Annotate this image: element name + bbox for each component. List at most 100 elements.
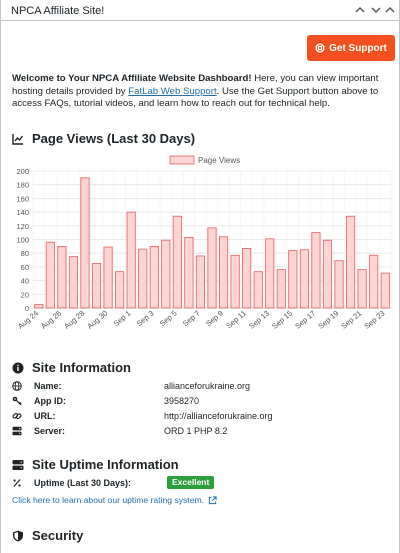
x-tick-label: Aug 30	[85, 309, 109, 331]
chart-bar	[149, 245, 159, 309]
page-views-title: Page Views (Last 30 Days)	[32, 131, 196, 146]
y-tick-label: 20	[21, 290, 29, 299]
chart-bar	[45, 241, 55, 309]
x-tick-label: Sep 7	[181, 309, 202, 328]
page-views-heading: Page Views (Last 30 Days)	[12, 131, 195, 146]
external-link-icon	[208, 495, 217, 504]
y-tick-label: 140	[16, 208, 29, 217]
chart-bar	[253, 271, 263, 309]
chart-bar	[369, 254, 379, 309]
chart-bar	[276, 269, 286, 309]
chart-bar	[161, 239, 171, 309]
info-value: allianceforukraine.org	[164, 381, 251, 391]
chart-bar	[57, 245, 67, 309]
y-tick-label: 80	[21, 249, 29, 258]
info-value: 3958270	[164, 396, 200, 406]
line-chart-icon	[12, 133, 24, 145]
x-tick-label: Sep 21	[339, 309, 363, 331]
chart-bar	[68, 256, 78, 309]
uptime-badge: Excellent	[167, 476, 215, 489]
x-tick-label: Sep 15	[270, 309, 294, 331]
y-tick-label: 160	[16, 194, 29, 203]
chart-bar	[184, 237, 194, 309]
server-icon	[12, 426, 22, 436]
x-tick-label: Sep 5	[158, 309, 179, 328]
chart-bar	[380, 272, 390, 309]
chart-bar	[288, 250, 298, 309]
x-tick-label: Sep 3	[135, 309, 156, 328]
legend-swatch	[169, 155, 195, 165]
y-tick-label: 100	[16, 236, 29, 245]
get-support-button[interactable]: Get Support	[307, 35, 395, 61]
site-info-title: Site Information	[32, 360, 131, 375]
get-support-label: Get Support	[329, 42, 387, 54]
y-tick-label: 40	[21, 277, 29, 286]
chart-bar	[334, 260, 344, 309]
chart-bar	[265, 238, 275, 309]
y-tick-label: 120	[16, 222, 29, 231]
info-value: ORD 1 PHP 8.2	[164, 426, 228, 436]
legend-label: Page Views	[198, 156, 240, 165]
intro-paragraph: Welcome to Your NPCA Affiliate Website D…	[12, 73, 394, 111]
chart-bar	[207, 227, 217, 309]
info-row-name: Name: allianceforukraine.org	[12, 379, 392, 393]
y-tick-label: 200	[16, 167, 29, 176]
info-label: App ID:	[34, 396, 66, 406]
key-icon	[12, 396, 22, 406]
chart-bar	[299, 249, 309, 309]
chart-bar	[80, 177, 90, 309]
lifebuoy-icon	[315, 43, 325, 53]
uptime-rating-link[interactable]: Click here to learn about our uptime rat…	[12, 495, 217, 505]
y-tick-label: 60	[21, 263, 29, 272]
info-row-app-id: App ID: 3958270	[12, 394, 392, 408]
percent-icon	[13, 479, 21, 487]
info-label: URL:	[34, 411, 56, 421]
chart-bar	[115, 271, 125, 309]
chart-bar	[103, 246, 113, 309]
security-heading: Security	[12, 528, 83, 543]
chart-bar	[195, 255, 206, 309]
x-tick-label: Sep 23	[363, 309, 387, 331]
chart-bar	[357, 269, 367, 309]
shield-icon	[13, 530, 23, 541]
chart-bar	[346, 215, 356, 309]
info-row-server: Server: ORD 1 PHP 8.2	[12, 424, 392, 438]
y-tick-label: 0	[25, 304, 29, 313]
move-up-icon[interactable]	[353, 3, 367, 17]
collapse-toggle-icon[interactable]	[383, 3, 397, 17]
chart-bar	[230, 254, 240, 309]
move-down-icon[interactable]	[369, 3, 383, 17]
chart-bar	[91, 263, 102, 309]
info-label: Name:	[34, 381, 62, 391]
chart-bar	[311, 232, 321, 309]
x-tick-label: Sep 9	[204, 309, 225, 328]
x-tick-label: Sep 19	[316, 309, 340, 331]
chart-bar	[34, 304, 44, 309]
uptime-label: Uptime (Last 30 Days):	[34, 478, 132, 488]
widget-title: NPCA Affiliate Site!	[11, 5, 105, 17]
uptime-heading: Site Uptime Information	[12, 457, 179, 472]
fatlab-support-link[interactable]: FatLab Web Support	[128, 86, 216, 97]
chart-bar	[218, 236, 229, 309]
uptime-title: Site Uptime Information	[32, 457, 179, 472]
chart-bar	[138, 248, 148, 309]
server-icon	[12, 459, 24, 470]
x-tick-label: Sep 1	[112, 309, 133, 328]
globe-icon	[12, 381, 22, 391]
chart-bar	[126, 211, 136, 309]
x-tick-label: Sep 13	[247, 309, 271, 331]
widget-header: NPCA Affiliate Site!	[1, 0, 399, 21]
info-value: http://allianceforukraine.org	[164, 411, 273, 421]
chart-bar	[172, 215, 182, 309]
uptime-link-text: Click here to learn about our uptime rat…	[12, 495, 205, 505]
site-info-heading: Site Information	[12, 360, 131, 375]
x-tick-label: Sep 11	[224, 309, 248, 331]
dashboard-widget: NPCA Affiliate Site! Get Support Welcome…	[0, 0, 400, 553]
info-circle-icon	[12, 362, 24, 373]
chart-bar	[322, 239, 333, 309]
info-label: Server:	[34, 426, 66, 436]
chart-bar	[242, 248, 252, 309]
x-tick-label: Aug 26	[39, 309, 63, 331]
security-title: Security	[32, 528, 84, 543]
info-row-url: URL: http://allianceforukraine.org	[12, 409, 392, 423]
